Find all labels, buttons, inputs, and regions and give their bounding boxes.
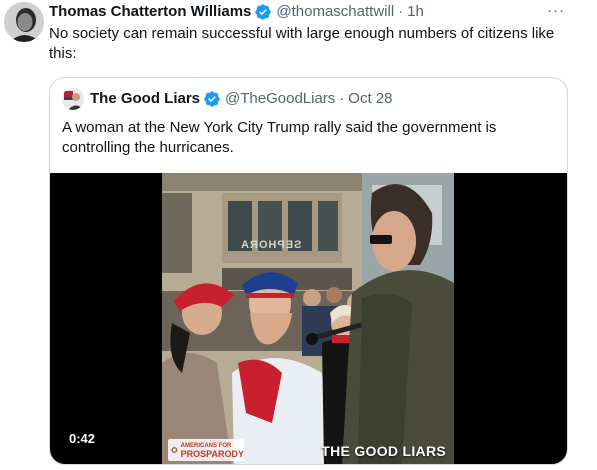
tweet-text: No society can remain successful with la… [49, 25, 555, 62]
tweet-time[interactable]: 1h [407, 2, 424, 22]
tweet-header: Thomas Chatterton Williams @thomaschattw… [49, 2, 537, 22]
separator-dot: · [398, 3, 404, 20]
quote-header: The Good Liars @TheGoodLiars · Oct 28 [62, 88, 392, 110]
author-avatar[interactable] [4, 2, 44, 42]
video-duration: 0:42 [64, 429, 101, 449]
author-handle[interactable]: @thomaschattwill [276, 2, 394, 22]
quote-author-avatar[interactable] [62, 88, 84, 110]
verified-badge-icon [204, 91, 220, 107]
channel-logo: AMERICANS FOR PROSPARODY [168, 439, 244, 461]
quote-date[interactable]: Oct 28 [348, 89, 392, 109]
more-icon[interactable]: ··· [547, 2, 565, 20]
author-name[interactable]: Thomas Chatterton Williams [49, 2, 251, 22]
quote-text: A woman at the New York City Trump rally… [62, 119, 497, 156]
video-watermark: THE GOOD LIARS [321, 443, 446, 459]
separator-dot: · [339, 90, 345, 107]
logo-big-text: PROSPARODY [180, 449, 244, 459]
video-thumbnail[interactable]: SEPHORA AMERICANS FOR PROSPARODY THE GOO… [162, 173, 454, 464]
store-sign: SEPHORA [240, 239, 302, 251]
video-player[interactable]: SEPHORA AMERICANS FOR PROSPARODY THE GOO… [50, 173, 567, 464]
quote-author-name[interactable]: The Good Liars [90, 89, 200, 109]
quote-author-handle[interactable]: @TheGoodLiars [225, 89, 335, 109]
logo-icon [171, 447, 178, 453]
quoted-tweet[interactable]: The Good Liars @TheGoodLiars · Oct 28 A … [49, 77, 568, 465]
verified-badge-icon [255, 4, 272, 20]
